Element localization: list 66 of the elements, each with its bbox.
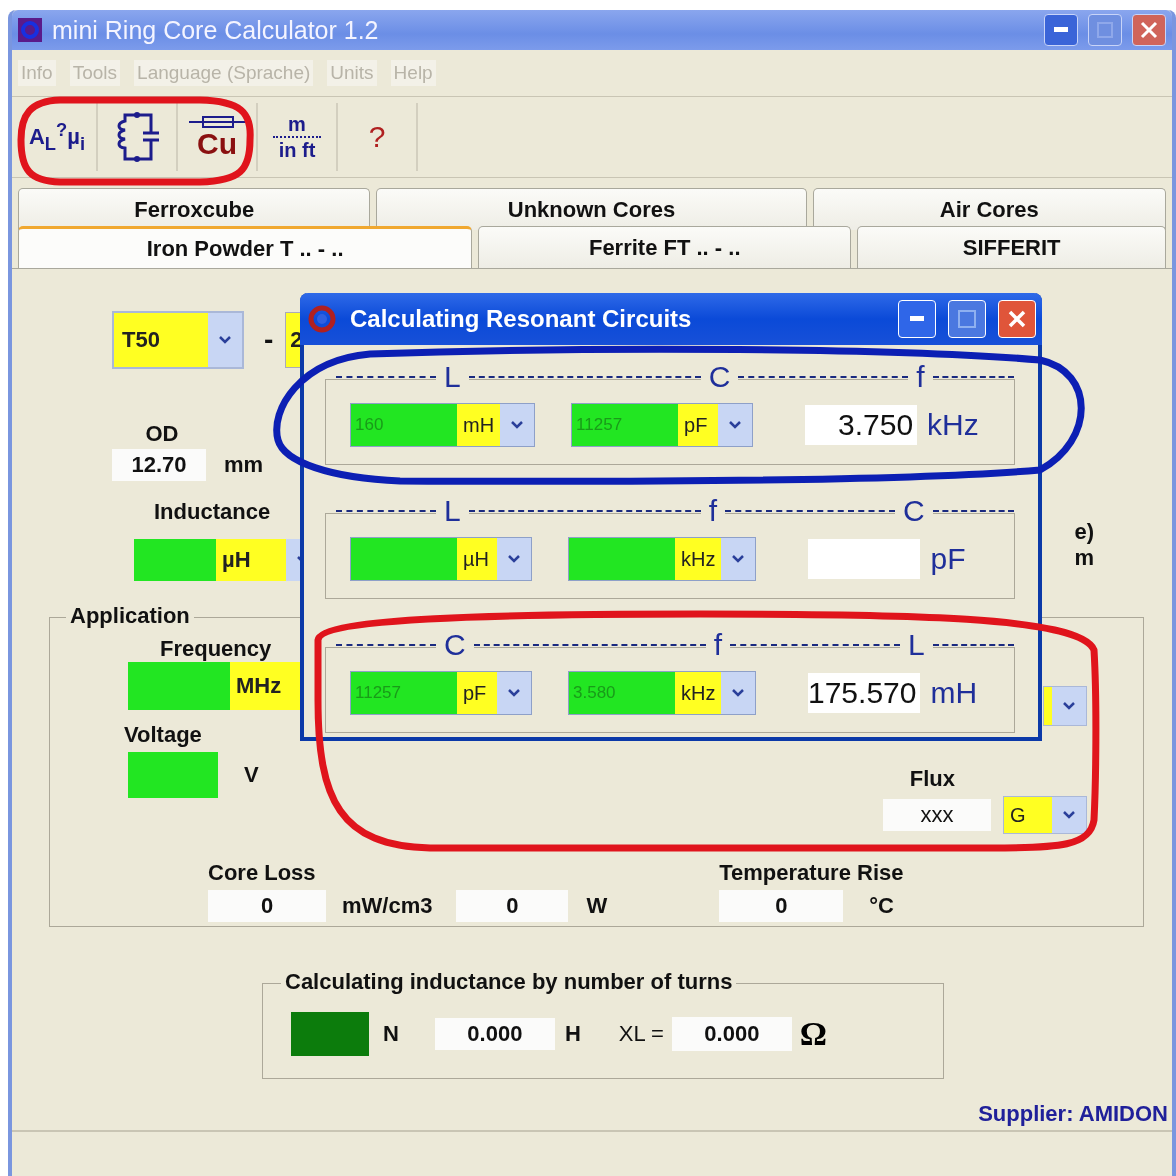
inductance-label: Inductance <box>154 499 272 525</box>
unit-label: kHz <box>927 408 979 442</box>
minimize-icon <box>1054 27 1068 33</box>
core-loss-field: 0 <box>456 890 569 922</box>
voltage-label: Voltage <box>124 722 203 748</box>
label-fragment: e) <box>1074 519 1094 545</box>
unit-dropdown[interactable]: G <box>1003 796 1087 834</box>
unit-label: W <box>586 893 608 919</box>
unit-label: pF <box>930 542 966 576</box>
xl-label: XL = <box>618 1021 664 1047</box>
wire-icon <box>189 115 245 129</box>
frequency-label: Frequency <box>160 636 273 662</box>
core-loss-field: 0 <box>208 890 326 922</box>
minimize-button[interactable] <box>1044 14 1078 46</box>
window-title: mini Ring Core Calculator 1.2 <box>52 15 380 45</box>
tab[interactable]: SIFFERIT <box>857 226 1166 268</box>
tab[interactable]: Unknown Cores <box>376 188 807 230</box>
toolbar-button[interactable]: Cu <box>178 103 258 171</box>
tab[interactable]: Iron Powder T .. - .. <box>18 226 473 268</box>
copper-label: Cu <box>197 129 237 159</box>
tab[interactable]: Air Cores <box>812 188 1166 230</box>
toolbar-button[interactable]: A$_{L}$$^{?}$µ$_{i}$ <box>18 103 98 171</box>
toolbar-button[interactable]: ? <box>338 103 418 171</box>
n-label: N <box>383 1021 399 1047</box>
tab[interactable]: Ferroxcube <box>18 188 371 230</box>
unit-label: mm <box>224 452 264 478</box>
core-dropdown[interactable]: T50 <box>112 311 244 369</box>
result-field: 175.570 <box>808 673 921 713</box>
toolbar-button[interactable]: m in ft <box>258 103 338 171</box>
turns-field[interactable] <box>291 1012 369 1056</box>
close-button[interactable] <box>1132 14 1166 46</box>
od-label: OD <box>144 421 180 447</box>
flux-label: Flux <box>909 766 955 792</box>
unit-label: °C <box>869 893 894 919</box>
unit-dropdown[interactable]: MHz <box>230 662 302 710</box>
core-loss-label: Core Loss <box>208 860 317 886</box>
maximize-icon <box>1097 22 1113 38</box>
unit-label: mH <box>930 676 978 710</box>
maximize-button[interactable] <box>1088 14 1122 46</box>
unit-label: in ft <box>278 140 316 160</box>
unit-label: V <box>244 762 259 788</box>
input-field[interactable] <box>128 662 230 710</box>
flux-field: xxx <box>883 799 991 831</box>
unit-label: Ω <box>799 1015 828 1053</box>
unit-label: mW/cm3 <box>342 893 433 919</box>
od-field: 12.70 <box>112 449 206 481</box>
separator-label: - <box>264 324 274 356</box>
tab[interactable]: Ferrite FT .. - .. <box>478 226 852 268</box>
ring-icon <box>18 18 42 42</box>
minimize-icon <box>910 316 924 322</box>
label-fragment: m <box>1074 545 1094 571</box>
ring-icon <box>306 303 338 335</box>
inductance-field: 0.000 <box>434 1018 555 1050</box>
maximize-icon <box>958 310 976 328</box>
unit-label: m <box>288 114 306 134</box>
input-field[interactable] <box>128 752 218 798</box>
result-field: 3.750 <box>805 405 918 445</box>
temperature-field: 0 <box>719 890 844 922</box>
close-icon <box>1007 309 1027 329</box>
reactance-field: 0.000 <box>671 1017 792 1051</box>
temperature-rise-label: Temperature Rise <box>719 860 904 886</box>
window-title: Calculating Resonant Circuits <box>350 305 693 333</box>
supplier-label: Supplier: AMIDON <box>978 1101 1168 1127</box>
input-field[interactable] <box>134 539 216 581</box>
close-icon <box>1140 21 1158 39</box>
unit-label: H <box>564 1021 581 1047</box>
